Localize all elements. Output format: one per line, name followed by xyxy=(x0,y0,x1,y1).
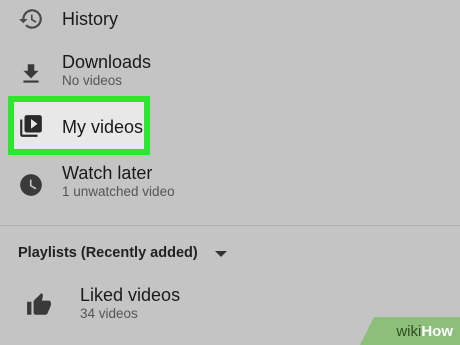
dropdown-arrow-icon[interactable] xyxy=(215,251,227,257)
menu-item-my-videos[interactable]: My videos xyxy=(0,100,460,152)
liked-videos-subtitle: 34 videos xyxy=(80,306,138,321)
menu-item-watch-later[interactable]: Watch later 1 unwatched video xyxy=(0,160,460,210)
history-icon xyxy=(18,6,44,32)
section-divider xyxy=(0,225,460,226)
wikihow-logo-text: wikiHow xyxy=(396,323,453,340)
history-label: History xyxy=(62,9,119,29)
liked-videos-label: Liked videos xyxy=(80,285,181,305)
library-screen: History Downloads No videos My videos Wa… xyxy=(0,0,460,345)
thumbs-up-icon xyxy=(26,292,52,318)
my-videos-label: My videos xyxy=(62,117,144,137)
clock-icon xyxy=(18,172,44,198)
watch-later-label: Watch later xyxy=(62,163,153,183)
watch-later-subtitle: 1 unwatched video xyxy=(62,184,175,199)
download-icon xyxy=(18,61,44,87)
playlists-header[interactable]: Playlists (Recently added) xyxy=(18,245,198,261)
my-videos-icon xyxy=(18,113,44,139)
downloads-label: Downloads xyxy=(62,52,152,72)
menu-item-downloads[interactable]: Downloads No videos xyxy=(0,48,460,94)
downloads-subtitle: No videos xyxy=(62,73,123,88)
menu-item-history[interactable]: History xyxy=(0,0,460,40)
